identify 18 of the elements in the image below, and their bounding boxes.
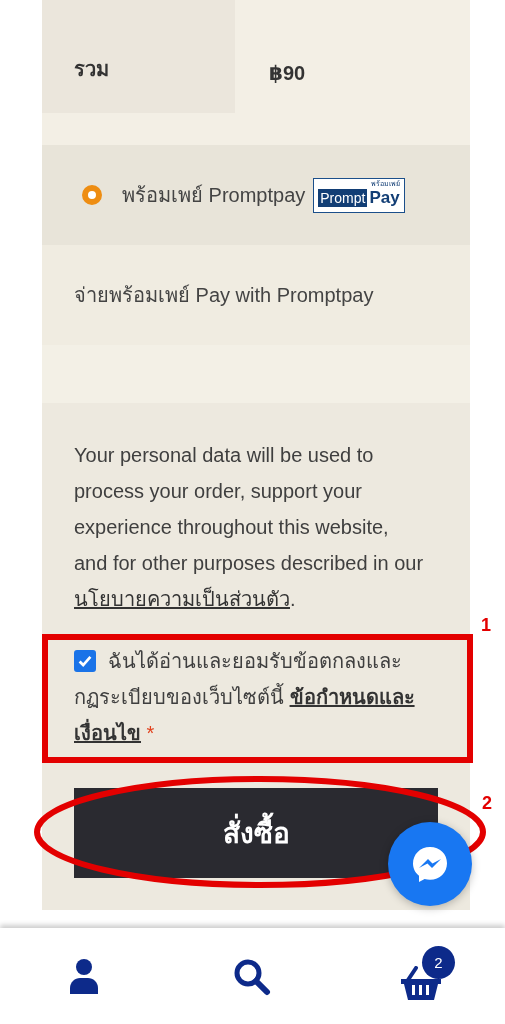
logo-pay-text: Pay <box>369 187 400 208</box>
total-label: รวม <box>74 57 109 82</box>
search-icon[interactable] <box>233 958 272 996</box>
terms-checkbox[interactable] <box>74 650 96 672</box>
payment-method-label[interactable]: พร้อมเพย์ Promptpay <box>122 179 306 211</box>
privacy-policy-link[interactable]: นโยบายความเป็นส่วนตัว <box>74 588 290 610</box>
required-mark: * <box>146 722 155 744</box>
account-icon[interactable] <box>68 958 101 994</box>
payment-description: จ่ายพร้อมเพย์ Pay with Promptpay <box>74 283 374 308</box>
cart-count-badge: 2 <box>421 946 455 979</box>
total-value: ฿90 <box>269 61 306 85</box>
radio-button[interactable] <box>82 185 102 205</box>
logo-prompt-text: Prompt <box>318 188 368 207</box>
privacy-notice: Your personal data will be used to process your order, support your experience throughout this website, and for other purposes described in our นโยบายความเป็นส่วนตัว. <box>74 443 424 612</box>
annotation-number: 1 <box>481 615 491 636</box>
annotation-number: 2 <box>482 793 492 814</box>
messenger-icon <box>410 844 450 884</box>
terms-label[interactable]: ฉันได้อ่านและยอมรับข้อตกลงและกฏระเบียบของเว็บไซต์นี้ ข้อกำหนดและเงื่อนไข * <box>74 643 423 751</box>
